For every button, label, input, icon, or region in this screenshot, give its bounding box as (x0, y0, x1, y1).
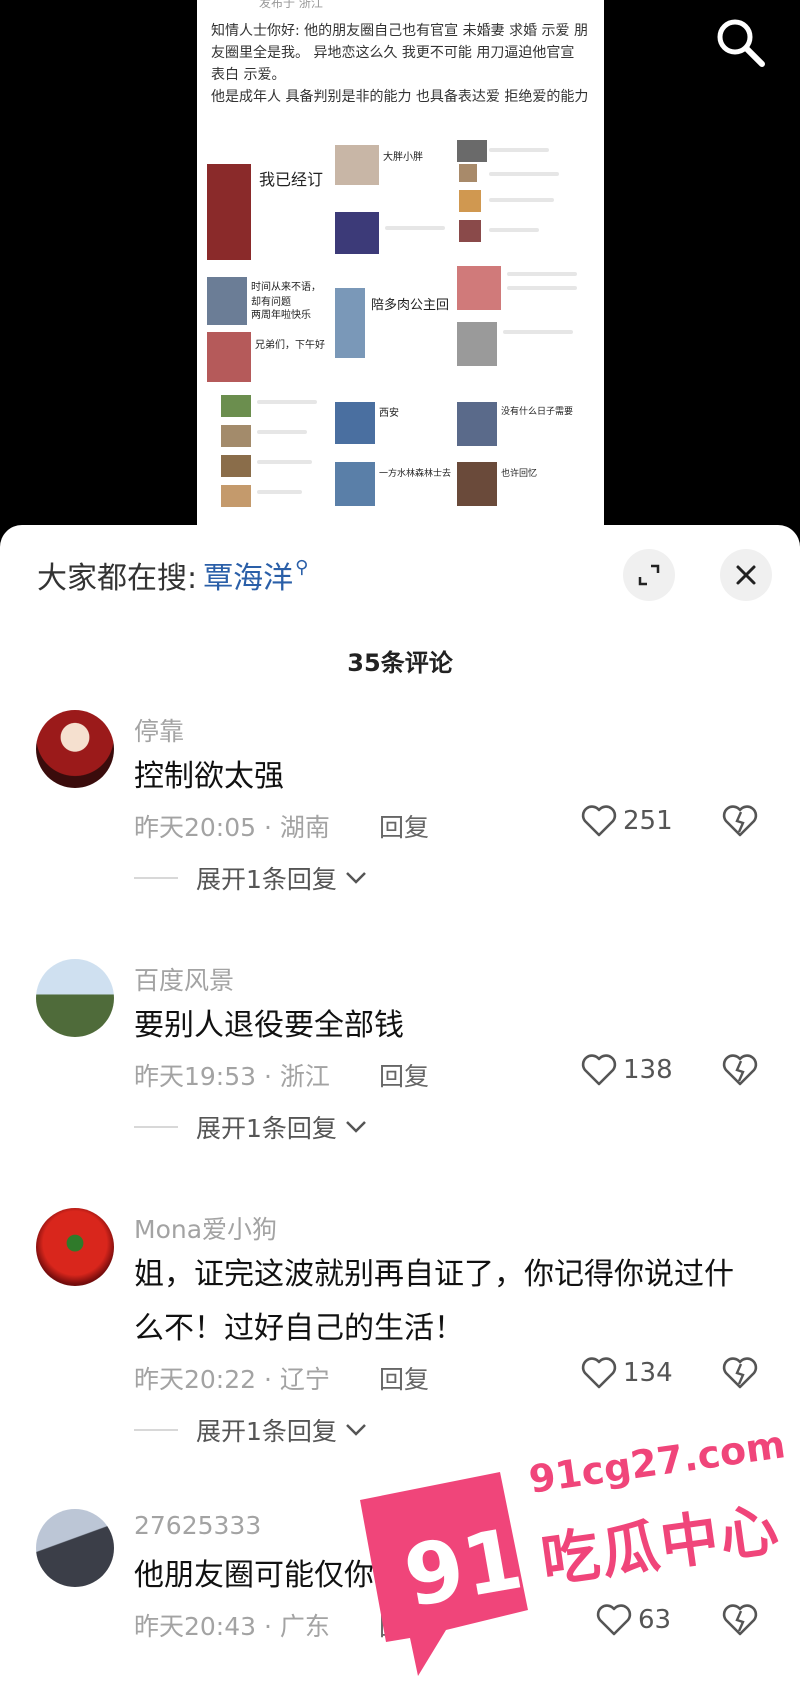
comment-item: 百度风景 要别人退役要全部钱 昨天19:53 · 浙江 回复 138 展开1条回… (0, 959, 800, 1199)
thumb-caption: 西安 (379, 408, 399, 419)
thumb-photo (335, 288, 365, 358)
comment-item: Mona爱小狗 姐，证完这波就别再自证了，你记得你说过什么不！过好自己的生活！ … (0, 1208, 800, 1508)
comment-item: 停靠 控制欲太强 昨天20:05 · 湖南 回复 251 展开1条回复 (0, 710, 800, 950)
avatar[interactable] (36, 710, 114, 788)
dislike-icon[interactable] (722, 1053, 758, 1087)
thumb-caption: 兄弟们，下午好 (255, 340, 325, 351)
comment-count: 35条评论 (347, 649, 453, 677)
expand-replies[interactable]: 展开1条回复 (134, 1412, 367, 1448)
comment-item: 27625333 他朋友圈可能仅你可见 昨天20:43 · 广东 回复 63 (0, 1509, 800, 1679)
heart-icon (581, 805, 617, 837)
thumb-photo (459, 220, 481, 242)
comment-sheet: 大家都在搜: 覃海洋 ⚲ 35条评论 停靠 控制欲太强 昨天20:05 · 湖南… (0, 525, 800, 1687)
trending-search-prefix: 大家都在搜: (37, 561, 198, 596)
post-image[interactable]: 发布于 浙江 知情人士你好: 他的朋友圈自己也有官宣 未婚妻 求婚 示爱 朋友圈… (197, 0, 604, 525)
comment-meta: 昨天20:43 · 广东 (134, 1612, 330, 1641)
reply-button[interactable]: 回复 (379, 1057, 429, 1093)
thumb-photo (207, 332, 251, 382)
avatar[interactable] (36, 1208, 114, 1286)
like-button[interactable]: 138 (581, 1053, 673, 1087)
like-count: 134 (623, 1358, 673, 1388)
like-count: 138 (623, 1055, 673, 1085)
expand-line (134, 877, 178, 879)
thumb-caption: 陪多肉公主回 (371, 298, 450, 313)
chevron-down-icon (346, 1121, 366, 1133)
reply-button[interactable]: 回复 (379, 1607, 429, 1643)
comment-text: 他朋友圈可能仅你可见 (134, 1558, 434, 1593)
thumb-photo (335, 212, 379, 254)
expand-replies[interactable]: 展开1条回复 (134, 860, 367, 896)
heart-icon (581, 1357, 617, 1389)
thumb-photo (457, 140, 487, 162)
post-screenshot-grid: 我已经订 时间从来不语，却有问题 两周年啦快乐 兄弟们，下午好 大胖小胖 陪多肉… (207, 140, 597, 520)
thumb-caption: 两周年啦快乐 (251, 310, 311, 321)
expand-replies-label: 展开1条回复 (196, 1114, 337, 1143)
comment-meta: 昨天20:05 · 湖南 (134, 813, 330, 842)
close-icon (736, 565, 756, 585)
chevron-down-icon (346, 872, 366, 884)
like-count: 251 (623, 806, 673, 836)
chevron-down-icon (346, 1424, 366, 1436)
thumb-photo (459, 164, 477, 182)
heart-icon (596, 1604, 632, 1636)
comment-username[interactable]: Mona爱小狗 (134, 1210, 277, 1246)
like-button[interactable]: 63 (596, 1603, 671, 1637)
thumb-photo (335, 145, 379, 185)
thumb-caption: 我已经订 (259, 170, 324, 189)
thumb-photo (457, 322, 497, 366)
thumb-photo (207, 164, 251, 260)
like-button[interactable]: 251 (581, 804, 673, 838)
like-count: 63 (638, 1605, 672, 1635)
avatar[interactable] (36, 1509, 114, 1587)
thumb-photo (335, 402, 375, 444)
avatar[interactable] (36, 959, 114, 1037)
post-image-area: 发布于 浙江 知情人士你好: 他的朋友圈自己也有官宣 未婚妻 求婚 示爱 朋友圈… (0, 0, 800, 540)
small-search-icon: ⚲ (295, 556, 309, 578)
expand-line (134, 1126, 178, 1128)
heart-icon (581, 1054, 617, 1086)
thumb-photo (335, 462, 375, 506)
expand-replies-label: 展开1条回复 (196, 865, 337, 894)
dislike-icon[interactable] (722, 1603, 758, 1637)
post-location: 发布于 浙江 (259, 0, 323, 10)
comment-username[interactable]: 27625333 (134, 1511, 261, 1540)
trending-search-keyword[interactable]: 覃海洋 (203, 553, 293, 597)
expand-replies-label: 展开1条回复 (196, 1417, 337, 1446)
comment-text: 要别人退役要全部钱 (134, 1008, 404, 1043)
thumb-photo (457, 266, 501, 310)
dislike-icon[interactable] (722, 1356, 758, 1390)
thumb-photo (221, 395, 251, 417)
thumb-photo (221, 455, 251, 477)
comment-username[interactable]: 百度风景 (134, 961, 234, 997)
comment-meta: 昨天19:53 · 浙江 (134, 1062, 330, 1091)
like-button[interactable]: 134 (581, 1356, 673, 1390)
thumb-photo (207, 277, 247, 325)
post-text: 知情人士你好: 他的朋友圈自己也有官宣 未婚妻 求婚 示爱 朋友圈里全是我。 异… (211, 23, 589, 105)
thumb-caption: 时间从来不语，却有问题 (251, 282, 321, 308)
search-icon[interactable] (712, 14, 768, 70)
thumb-photo (221, 425, 251, 447)
comment-text: 姐，证完这波就别再自证了，你记得你说过什么不！过好自己的生活！ (134, 1257, 734, 1346)
expand-replies[interactable]: 展开1条回复 (134, 1109, 367, 1145)
expand-line (134, 1429, 178, 1431)
reply-button[interactable]: 回复 (379, 808, 429, 844)
thumb-photo (457, 462, 497, 506)
expand-icon (638, 564, 660, 586)
expand-button[interactable] (623, 549, 675, 601)
thumb-caption: 也许回忆 (501, 469, 538, 479)
thumb-caption: 一方水林森林士去 (379, 469, 452, 479)
thumb-photo (459, 190, 481, 212)
thumb-caption: 没有什么日子需要 (501, 407, 574, 417)
close-button[interactable] (720, 549, 772, 601)
thumb-caption: 大胖小胖 (383, 152, 423, 163)
comment-meta: 昨天20:22 · 辽宁 (134, 1365, 330, 1394)
thumb-photo (221, 485, 251, 507)
comment-username[interactable]: 停靠 (134, 712, 184, 748)
dislike-icon[interactable] (722, 804, 758, 838)
reply-button[interactable]: 回复 (379, 1360, 429, 1396)
trending-search[interactable]: 大家都在搜: 覃海洋 ⚲ (37, 553, 308, 597)
comment-text: 控制欲太强 (134, 759, 284, 794)
thumb-photo (457, 402, 497, 446)
